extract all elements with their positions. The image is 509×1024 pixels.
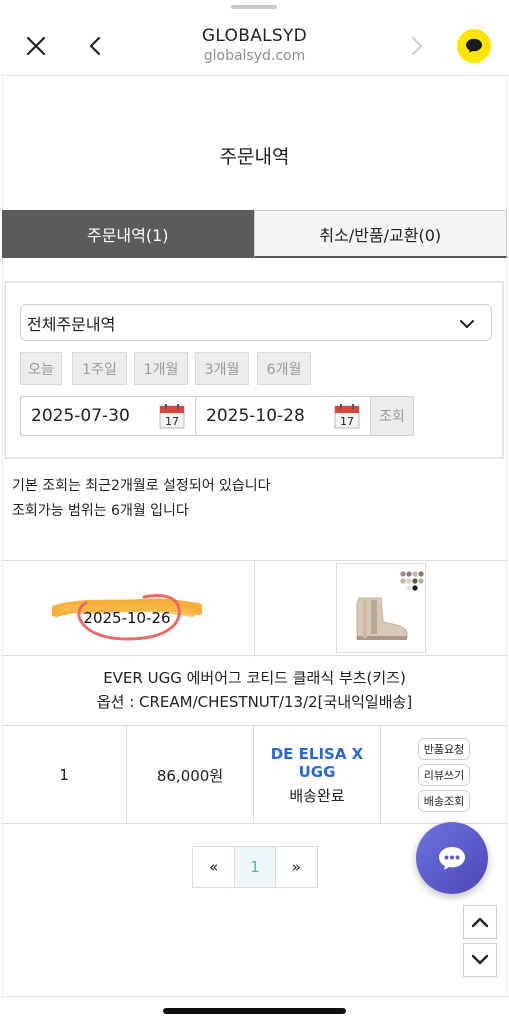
pagination-next-button[interactable]: » — [276, 847, 317, 887]
chat-bubble-icon — [439, 847, 465, 870]
order-filter-panel: 전체주문내역 오늘 1주일 1개월 3개월 6개월 2025-07-30 17 … — [4, 281, 504, 459]
tab-order-history[interactable]: 주문내역(1) — [2, 210, 254, 258]
order-type-select-value: 전체주문내역 — [27, 314, 116, 334]
seller-brand: DE ELISA X UGG — [270, 744, 364, 781]
date-from-value: 2025-07-30 — [31, 406, 130, 426]
chevron-down-icon — [459, 315, 475, 334]
order-quantity: 1 — [2, 726, 127, 824]
chat-fab-button[interactable] — [416, 822, 488, 894]
order-row-product: EVER UGG 에버어그 코티드 클래식 부츠(키즈) 옵션 : CREAM/… — [2, 656, 507, 726]
browser-header: GLOBALSYD globalsyd.com — [0, 0, 509, 76]
date-to-value: 2025-10-28 — [206, 406, 305, 426]
order-seller-status: DE ELISA X UGG 배송완료 — [254, 726, 381, 824]
scroll-top-button[interactable] — [463, 905, 497, 939]
pagination: « 1 » — [192, 846, 318, 888]
product-name[interactable]: EVER UGG 에버어그 코티드 클래식 부츠(키즈) — [2, 666, 507, 690]
order-price: 86,000원 — [127, 726, 254, 824]
order-date: 2025-10-26 — [83, 609, 171, 627]
calendar-day-text: 17 — [340, 415, 354, 428]
search-notice: 기본 조회는 최근2개월로 설정되어 있습니다 조회가능 범위는 6개월 입니다 — [12, 474, 271, 524]
product-option: 옵션 : CREAM/CHESTNUT/13/2[국내익일배송] — [96, 693, 413, 711]
calendar-icon[interactable]: 17 — [159, 403, 185, 429]
notice-line-2: 조회가능 범위는 6개월 입니다 — [12, 503, 189, 519]
search-button[interactable]: 조회 — [370, 396, 414, 436]
order-date-cell: 2025-10-26 — [52, 581, 202, 643]
date-to-field[interactable]: 2025-10-28 17 — [195, 396, 371, 436]
pagination-current-page[interactable]: 1 — [234, 847, 276, 887]
kakao-talk-icon[interactable] — [457, 29, 491, 63]
period-today-button[interactable]: 오늘 — [20, 352, 62, 385]
home-indicator[interactable] — [163, 1008, 346, 1014]
page-title: 주문내역 — [219, 146, 290, 168]
period-3month-button[interactable]: 3개월 — [195, 352, 249, 385]
track-delivery-button[interactable]: 배송조회 — [418, 790, 470, 812]
tab-cancel-return-exchange[interactable]: 취소/반품/교환(0) — [253, 210, 507, 258]
period-1week-button[interactable]: 1주일 — [72, 352, 127, 385]
order-type-select[interactable]: 전체주문내역 — [20, 304, 492, 341]
write-review-button[interactable]: 리뷰쓰기 — [418, 764, 470, 786]
calendar-day-text: 17 — [165, 415, 179, 428]
calendar-icon[interactable]: 17 — [334, 403, 360, 429]
forward-icon[interactable] — [398, 28, 434, 64]
order-row-header: 2025-10-26 — [2, 560, 507, 657]
return-request-button[interactable]: 반품요청 — [418, 738, 470, 760]
order-row-details: 1 86,000원 DE ELISA X UGG 배송완료 반품요청 리뷰쓰기 … — [2, 726, 507, 824]
date-from-field[interactable]: 2025-07-30 17 — [20, 396, 196, 436]
scroll-bottom-button[interactable] — [463, 943, 497, 977]
notice-line-1: 기본 조회는 최근2개월로 설정되어 있습니다 — [12, 478, 271, 494]
period-6month-button[interactable]: 6개월 — [257, 352, 311, 385]
order-tabs: 주문내역(1) 취소/반품/교환(0) — [2, 210, 507, 258]
cell-divider — [254, 561, 255, 657]
pagination-prev-button[interactable]: « — [193, 847, 234, 887]
product-thumbnail[interactable] — [336, 563, 426, 653]
chevron-up-icon — [471, 917, 489, 928]
sheet-grabber[interactable] — [231, 5, 277, 9]
delivery-status: 배송완료 — [289, 786, 345, 805]
chevron-down-icon — [471, 954, 489, 965]
period-1month-button[interactable]: 1개월 — [134, 352, 188, 385]
